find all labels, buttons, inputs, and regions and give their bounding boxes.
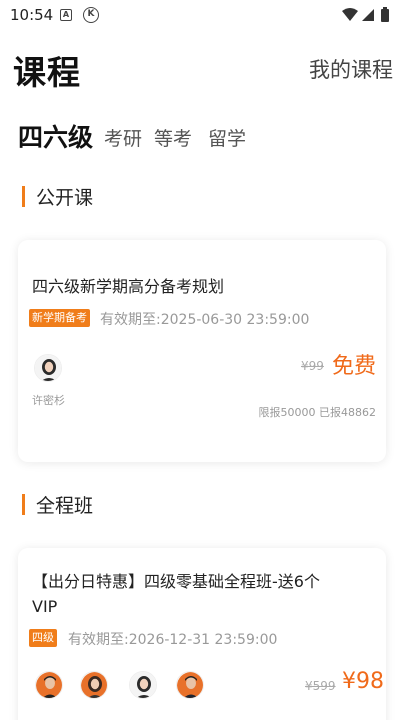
section-title: 公开课	[36, 187, 94, 209]
status-time: 10:54	[10, 6, 54, 24]
tab-study-abroad[interactable]: 留学	[208, 124, 246, 151]
teacher-avatar-icon	[177, 672, 203, 698]
course-tag: 四级	[29, 629, 57, 647]
teacher-avatar-icon	[81, 672, 107, 698]
avatar	[176, 671, 204, 699]
battery-icon	[381, 9, 389, 22]
signal-icon	[362, 9, 374, 21]
original-price: ¥99	[301, 359, 324, 373]
course-title-continued: VIP	[32, 597, 58, 616]
page-title: 课程	[13, 53, 81, 92]
section-title: 全程班	[36, 495, 94, 517]
full-course-card[interactable]: 【出分日特惠】四级零基础全程班-送6个 VIP 四级 有效期至:2026-12-…	[18, 548, 386, 720]
teacher-avatar-icon	[130, 672, 156, 698]
teacher-name: 许密杉	[32, 394, 65, 407]
avatar	[34, 354, 62, 382]
avatar	[35, 671, 63, 699]
avatar	[129, 671, 157, 699]
notification-a-icon: A	[60, 9, 72, 21]
enrollment-stats: 限报50000 已报48862	[258, 406, 376, 419]
teacher-avatar-icon	[35, 355, 61, 381]
notification-k-icon: K	[83, 7, 99, 23]
status-bar: 10:54 A K	[0, 0, 405, 32]
wifi-icon	[342, 8, 358, 21]
tab-postgraduate[interactable]: 考研	[104, 124, 142, 151]
my-courses-link[interactable]: 我的课程	[309, 54, 393, 84]
tab-computer-exam[interactable]: 等考	[154, 124, 192, 151]
original-price: ¥599	[305, 679, 336, 693]
section-accent-bar	[22, 494, 25, 515]
course-title: 【出分日特惠】四级零基础全程班-送6个	[32, 572, 320, 591]
teacher-avatar-icon	[36, 672, 62, 698]
public-course-card[interactable]: 四六级新学期高分备考规划 新学期备考 有效期至:2025-06-30 23:59…	[18, 240, 386, 462]
course-tag: 新学期备考	[29, 309, 90, 327]
course-expiry: 有效期至:2025-06-30 23:59:00	[100, 312, 310, 328]
course-price: ¥98	[342, 669, 384, 694]
tab-cet[interactable]: 四六级	[18, 118, 93, 154]
course-price: 免费	[332, 354, 377, 379]
section-accent-bar	[22, 186, 25, 207]
course-expiry: 有效期至:2026-12-31 23:59:00	[68, 632, 278, 648]
status-icons	[342, 7, 389, 22]
course-title: 四六级新学期高分备考规划	[32, 277, 225, 296]
avatar	[80, 671, 108, 699]
